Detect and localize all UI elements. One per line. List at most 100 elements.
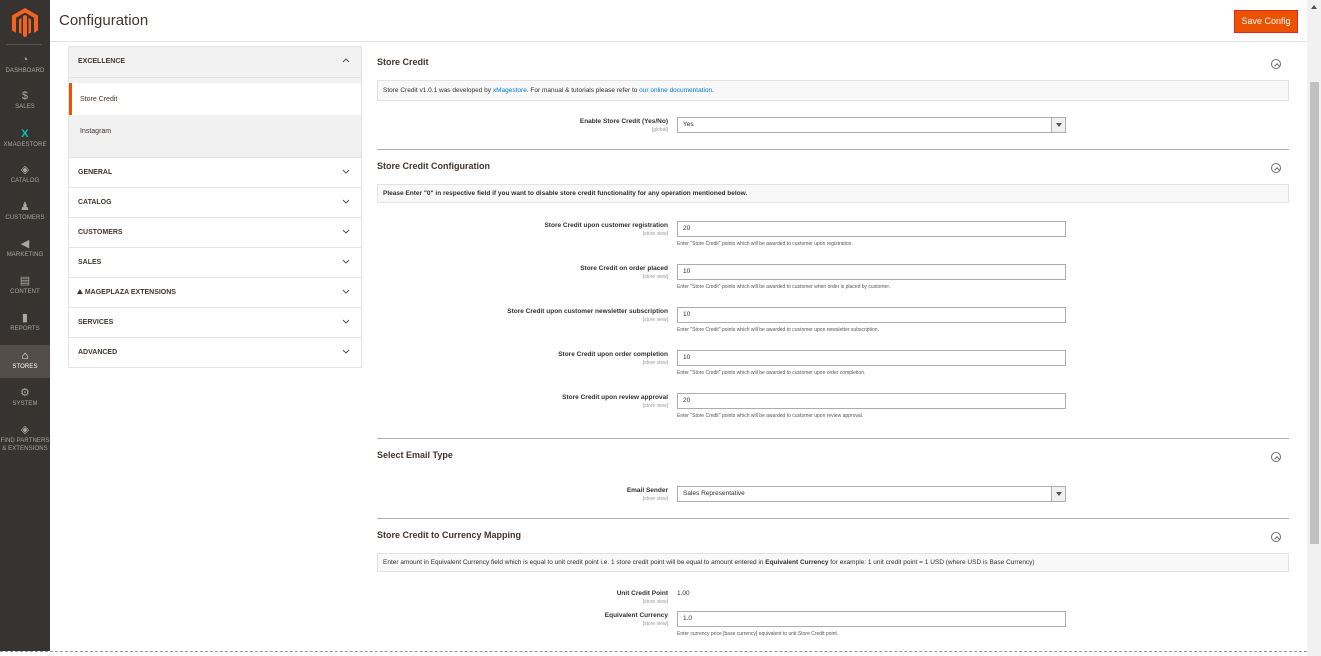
megaphone-icon: ◀ (20, 238, 30, 250)
enable-store-credit-label: Enable Store Credit (Yes/No) (579, 118, 668, 125)
scope-label: [store view] (642, 403, 668, 409)
section-divider (377, 438, 1289, 439)
menu-item-customers[interactable]: ♟ CUSTOMERS (0, 200, 50, 226)
menu-item-dashboard[interactable]: ◔ DASHBOARD (0, 53, 50, 79)
menu-item-system[interactable]: ⚙ SYSTEM (0, 386, 50, 412)
newsletter-points-input[interactable]: 10 (677, 307, 1066, 323)
nav-group-sales[interactable]: SALES (69, 248, 361, 278)
email-sender-label: Email Sender (626, 487, 668, 494)
store-icon: ⌂ (21, 350, 29, 362)
nav-group-mageplaza-extensions[interactable]: ⛰ MAGEPLAZA EXTENSIONS (69, 278, 361, 308)
unit-credit-point-label: Unit Credit Point (616, 590, 668, 597)
menu-item-marketing[interactable]: ◀ MARKETING (0, 237, 50, 263)
menu-item-find-partners[interactable]: ◈ FIND PARTNERS & EXTENSIONS (0, 423, 50, 457)
gear-icon: ⚙ (20, 387, 30, 399)
extensions-icon: ◈ (20, 424, 30, 436)
config-navigation: EXCELLENCE Store Credit Instagram GENERA… (68, 46, 362, 368)
scope-label: [store view] (642, 274, 668, 280)
field-hint: Enter "Store Credit" points which will b… (677, 284, 891, 290)
chevron-down-icon (342, 229, 350, 234)
section-title-currency-mapping[interactable]: Store Credit to Currency Mapping (377, 530, 521, 540)
scope-label: [global] (651, 127, 668, 133)
chevron-down-icon (342, 199, 350, 204)
page-header: Configuration Save Config (50, 0, 1321, 42)
logo-divider (6, 44, 42, 45)
scope-label: [store view] (642, 360, 668, 366)
field-label: Store Credit upon order completion (558, 351, 668, 358)
nav-group-advanced[interactable]: ADVANCED (69, 338, 361, 368)
documentation-link[interactable]: our online documentation (639, 87, 712, 94)
nav-group-customers[interactable]: CUSTOMERS (69, 218, 361, 248)
vertical-scrollbar[interactable] (1307, 0, 1321, 656)
scope-label: [store view] (642, 317, 668, 323)
email-sender-select[interactable]: Sales Representative (677, 486, 1066, 502)
collapse-toggle-icon[interactable] (1271, 163, 1281, 173)
magento-logo-icon[interactable] (12, 8, 38, 38)
chevron-down-icon (342, 259, 350, 264)
chevron-up-icon (342, 58, 350, 63)
dashboard-icon: ◔ (21, 54, 29, 66)
nav-group-services[interactable]: SERVICES (69, 308, 361, 338)
field-hint: Enter "Store Credit" points which will b… (677, 413, 864, 419)
chevron-down-icon (1051, 487, 1065, 501)
collapse-toggle-icon[interactable] (1271, 452, 1281, 462)
field-label: Store Credit upon review approval (562, 394, 668, 401)
section-title-store-credit[interactable]: Store Credit (377, 57, 429, 67)
collapse-toggle-icon[interactable] (1271, 532, 1281, 542)
nav-group-general[interactable]: GENERAL (69, 158, 361, 188)
order-placed-points-input[interactable]: 10 (677, 264, 1066, 280)
menu-item-reports[interactable]: ▮ REPORTS (0, 311, 50, 337)
nav-sub-list: Store Credit Instagram (69, 78, 361, 158)
field-hint: Enter "Store Credit" points which will b… (677, 327, 879, 333)
nav-group-excellence[interactable]: EXCELLENCE (69, 47, 361, 78)
chevron-down-icon (342, 349, 350, 354)
order-completion-points-input[interactable]: 10 (677, 350, 1066, 366)
collapse-toggle-icon[interactable] (1271, 59, 1281, 69)
scope-label: [store view] (642, 621, 668, 627)
content-icon: ▤ (19, 275, 31, 287)
field-hint: Enter "Store Credit" points which will b… (677, 370, 866, 376)
person-icon: ♟ (20, 201, 30, 213)
enable-store-credit-select[interactable]: Yes (677, 117, 1066, 133)
scrollbar-thumb[interactable] (1310, 82, 1319, 544)
field-hint: Enter currency price [base currency] equ… (677, 631, 839, 637)
chevron-down-icon (342, 169, 350, 174)
section-divider (377, 149, 1289, 150)
scroll-up-arrow-icon[interactable] (1311, 5, 1317, 9)
page-bottom-edge (0, 651, 1307, 656)
section-title-select-email-type[interactable]: Select Email Type (377, 450, 453, 460)
bar-chart-icon: ▮ (21, 312, 29, 324)
registration-points-input[interactable]: 20 (677, 221, 1066, 237)
field-label: Store Credit upon customer registration (544, 222, 668, 229)
box-icon: ◈ (20, 164, 30, 176)
xmagestore-icon: X (21, 128, 29, 140)
save-config-button[interactable]: Save Config (1234, 10, 1298, 33)
nav-item-store-credit[interactable]: Store Credit (69, 83, 361, 115)
mageplaza-icon: ⛰ (77, 289, 83, 296)
xmagestore-link[interactable]: xMagestore (493, 87, 527, 94)
page-title: Configuration (59, 12, 149, 29)
scope-label: [store view] (642, 496, 668, 502)
menu-item-sales[interactable]: $ SALES (0, 89, 50, 115)
chevron-down-icon (342, 319, 350, 324)
field-hint: Enter "Store Credit" points which will b… (677, 241, 853, 247)
chevron-down-icon (342, 289, 350, 294)
nav-group-catalog[interactable]: CATALOG (69, 188, 361, 218)
nav-item-instagram[interactable]: Instagram (69, 115, 361, 147)
equivalent-currency-input[interactable]: 1.0 (677, 611, 1066, 627)
chevron-down-icon (1051, 118, 1065, 132)
section-title-store-credit-configuration[interactable]: Store Credit Configuration (377, 161, 490, 171)
info-note: Store Credit v1.0.1 was developed by xMa… (377, 80, 1289, 101)
info-note: Please Enter "0" in respective field if … (377, 184, 1289, 203)
field-label: Store Credit upon customer newsletter su… (507, 308, 668, 315)
menu-item-content[interactable]: ▤ CONTENT (0, 274, 50, 300)
menu-item-stores[interactable]: ⌂ STORES (0, 345, 50, 378)
admin-sidebar: ◔ DASHBOARD $ SALES X XMAGESTORE ◈ CATAL… (0, 0, 50, 656)
scope-label: [store view] (642, 599, 668, 605)
menu-item-catalog[interactable]: ◈ CATALOG (0, 163, 50, 189)
dollar-icon: $ (21, 90, 29, 102)
unit-credit-point-value: 1.00 (677, 590, 690, 597)
field-label: Store Credit on order placed (580, 265, 668, 272)
menu-item-xmagestore[interactable]: X XMAGESTORE (0, 127, 50, 153)
review-approval-points-input[interactable]: 20 (677, 393, 1066, 409)
